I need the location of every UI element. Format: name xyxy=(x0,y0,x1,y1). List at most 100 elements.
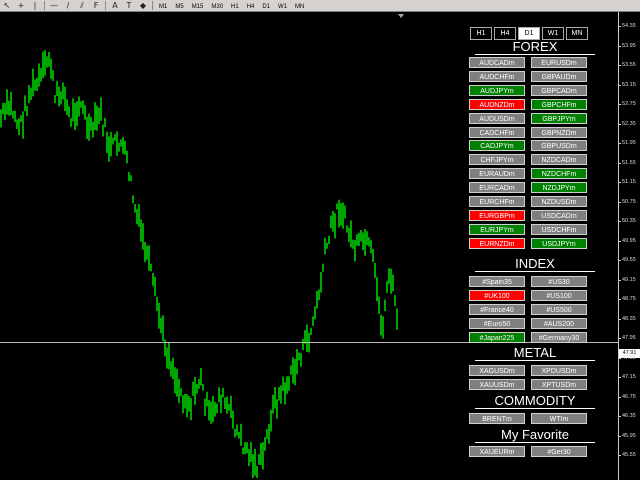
symbol-button-eurcadm[interactable]: EURCADm xyxy=(469,182,525,194)
symbol-button-xauusdm[interactable]: XAUUSDm xyxy=(469,379,525,390)
price-tick xyxy=(619,240,621,242)
toolbar-timeframe-mn[interactable]: MN xyxy=(291,1,308,11)
symbol-button-xpdusdm[interactable]: XPDUSDm xyxy=(531,365,587,376)
symbol-button-eurgbpm[interactable]: EURGBPm xyxy=(469,209,525,221)
toolbar-timeframe-m15[interactable]: M15 xyxy=(188,1,208,11)
symbol-button-euraudm[interactable]: EURAUDm xyxy=(469,168,525,180)
symbol-button-us500[interactable]: #US500 xyxy=(531,303,587,315)
symbol-button-xptusdm[interactable]: XPTUSDm xyxy=(531,379,587,390)
symbol-button-nzdjpym[interactable]: NZDJPYm xyxy=(531,182,587,194)
symbol-button-usdcadm[interactable]: USDCADm xyxy=(531,209,587,221)
symbol-button-japan225[interactable]: #Japan225 xyxy=(469,331,525,343)
symbol-button-cadchfm[interactable]: CADCHFm xyxy=(469,126,525,138)
symbol-button-spain35[interactable]: #Spain35 xyxy=(469,276,525,287)
horizontal-line-icon[interactable]: — xyxy=(47,1,61,11)
price-tick xyxy=(619,357,621,359)
price-label: 45.95 xyxy=(622,432,636,439)
price-tick xyxy=(619,104,621,105)
symbol-button-eurchfm[interactable]: EURCHFm xyxy=(469,196,525,207)
symbol-button-gbpchfm[interactable]: GBPCHFm xyxy=(531,98,587,110)
symbol-button-audcadm[interactable]: AUDCADm xyxy=(469,57,525,68)
symbol-button-wtim[interactable]: WTIm xyxy=(531,413,587,424)
text-icon[interactable]: A xyxy=(108,1,122,11)
symbol-button-gbpnzdm[interactable]: GBPNZDm xyxy=(531,126,587,138)
price-label: 48.75 xyxy=(622,296,636,302)
symbol-button-gbpaudm[interactable]: GBPAUDm xyxy=(531,70,587,82)
price-label: 54.35 xyxy=(622,23,636,29)
symbol-button-nzdcadm[interactable]: NZDCADm xyxy=(531,154,587,166)
symbol-button-cadjpym[interactable]: CADJPYm xyxy=(469,140,525,152)
price-label: 50.35 xyxy=(622,218,636,224)
price-label: 47.55 xyxy=(622,354,636,361)
label-icon[interactable]: T xyxy=(122,1,136,11)
symbol-button-aus200[interactable]: #AUS200 xyxy=(531,317,587,329)
toolbar-separator xyxy=(152,1,153,10)
price-tick xyxy=(619,45,621,47)
symbol-button-xaueurm[interactable]: XAUEURm xyxy=(469,446,525,457)
symbol-button-germany30[interactable]: #Germany30 xyxy=(531,331,587,343)
symbol-button-audchfm[interactable]: AUDCHFm xyxy=(469,70,525,82)
section-index-title: INDEX xyxy=(475,257,595,272)
symbol-button-brentm[interactable]: BRENTm xyxy=(469,413,525,424)
section-forex-title: FOREX xyxy=(475,40,595,55)
vertical-line-icon[interactable]: | xyxy=(28,1,42,11)
toolbar-separator xyxy=(105,1,106,10)
price-tick xyxy=(619,279,621,281)
price-label: 47.15 xyxy=(622,374,636,380)
symbol-button-france40[interactable]: #France40 xyxy=(469,303,525,315)
timeframe-button-mn[interactable]: MN xyxy=(566,27,588,40)
price-tick xyxy=(619,338,621,339)
timeframe-button-h1[interactable]: H1 xyxy=(470,27,492,40)
symbol-button-audusdm[interactable]: AUDUSDm xyxy=(469,112,525,124)
symbol-button-us30[interactable]: #US30 xyxy=(531,276,587,287)
symbol-button-gbpcadm[interactable]: GBPCADm xyxy=(531,84,587,96)
price-label: 51.95 xyxy=(622,140,636,146)
crosshair-icon[interactable]: + xyxy=(14,1,28,11)
symbol-button-audjpym[interactable]: AUDJPYm xyxy=(469,84,525,96)
price-chart[interactable] xyxy=(0,12,618,480)
price-label: 53.15 xyxy=(622,81,636,88)
price-tick xyxy=(619,182,621,183)
symbol-button-eurnzdm[interactable]: EURNZDm xyxy=(469,237,525,249)
fibo-icon[interactable]: F xyxy=(89,1,103,11)
symbol-button-gbpusdm[interactable]: GBPUSDm xyxy=(531,140,587,152)
price-label: 52.75 xyxy=(622,101,636,107)
toolbar-timeframe-m5[interactable]: M5 xyxy=(171,1,187,11)
symbol-button-us100[interactable]: #US100 xyxy=(531,289,587,301)
price-tick xyxy=(619,260,621,261)
toolbar-timeframe-d1[interactable]: D1 xyxy=(258,1,274,11)
trendline-icon[interactable]: / xyxy=(61,1,75,11)
symbol-button-nzdusdm[interactable]: NZDUSDm xyxy=(531,196,587,207)
symbol-button-usdchfm[interactable]: USDCHFm xyxy=(531,223,587,235)
symbol-button-chfjpym[interactable]: CHFJPYm xyxy=(469,154,525,166)
symbol-button-nzdchfm[interactable]: NZDCHFm xyxy=(531,168,587,180)
toolbar-timeframe-h4[interactable]: H4 xyxy=(243,1,259,11)
price-tick xyxy=(619,299,621,300)
toolbar-timeframe-h1[interactable]: H1 xyxy=(227,1,243,11)
toolbar-timeframe-w1[interactable]: W1 xyxy=(274,1,291,11)
symbol-button-xagusdm[interactable]: XAGUSDm xyxy=(469,365,525,376)
symbol-button-usdjpym[interactable]: USDJPYm xyxy=(531,237,587,249)
chart-shift-marker[interactable] xyxy=(398,14,404,18)
toolbar-timeframe-m30[interactable]: M30 xyxy=(207,1,227,11)
price-label: 46.75 xyxy=(622,393,636,400)
symbol-button-euro50[interactable]: #Euro50 xyxy=(469,317,525,329)
current-price-line xyxy=(0,342,618,343)
price-label: 53.55 xyxy=(622,62,636,68)
toolbar-timeframe-m1[interactable]: M1 xyxy=(155,1,171,11)
symbol-button-audnzdm[interactable]: AUDNZDm xyxy=(469,98,525,110)
channel-icon[interactable]: ⫽ xyxy=(75,1,89,11)
price-label: 52.35 xyxy=(622,120,636,127)
price-axis: 47.91 54.35 53.95 53.55 53.15 52.75 52.35 51.9… xyxy=(618,12,640,480)
cursor-icon[interactable]: ↖ xyxy=(0,1,14,11)
symbol-button-gbpjpym[interactable]: GBPJPYm xyxy=(531,112,587,124)
symbol-button-eurusdm[interactable]: EURUSDm xyxy=(531,57,587,68)
symbol-button-eurjpym[interactable]: EURJPYm xyxy=(469,223,525,235)
shapes-icon[interactable]: ◆ xyxy=(136,1,150,11)
price-tick xyxy=(619,123,621,125)
price-tick xyxy=(619,416,621,417)
price-label: 51.55 xyxy=(622,159,636,166)
symbol-button-uk100[interactable]: #UK100 xyxy=(469,289,525,301)
symbol-button-ger30[interactable]: #Ger30 xyxy=(531,446,587,457)
price-label: 48.35 xyxy=(622,315,636,322)
